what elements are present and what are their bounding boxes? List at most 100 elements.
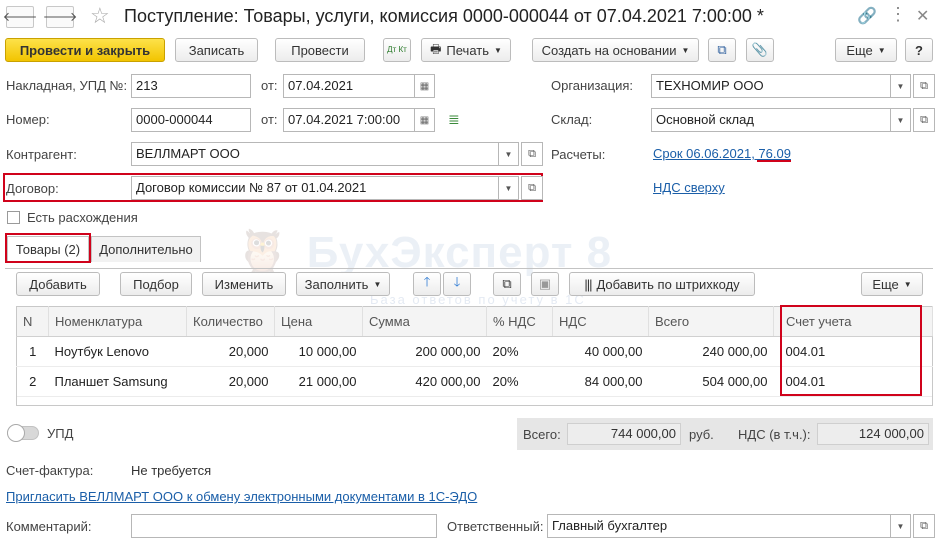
responsible-field[interactable]: Главный бухгалтер (547, 514, 891, 538)
arrow-down-icon: 🡓 (453, 274, 461, 289)
open-icon[interactable]: ⧉ (913, 74, 935, 98)
save-button[interactable]: Записать (175, 38, 258, 62)
upd-toggle[interactable] (7, 424, 39, 442)
favorite-star-icon[interactable]: ☆ (90, 3, 110, 29)
cell-vat[interactable]: 40 000,00 (552, 336, 649, 367)
table-more-label: Еще (872, 276, 899, 292)
organization-field[interactable]: ТЕХНОМИР ООО (651, 74, 891, 98)
cell-price[interactable]: 21 000,00 (274, 366, 363, 397)
cell-price[interactable]: 10 000,00 (274, 336, 363, 367)
account-column-highlight-box (780, 305, 922, 396)
column-header[interactable]: Количество (186, 306, 275, 337)
cell-sum[interactable]: 200 000,00 (362, 336, 487, 367)
cell-item[interactable]: Планшет Samsung (48, 366, 187, 397)
invoice-date-field[interactable]: 07.04.2021 (283, 74, 415, 98)
column-header[interactable]: N (16, 306, 49, 337)
counterparty-label: Контрагент: (6, 147, 77, 162)
column-header[interactable]: % НДС (486, 306, 553, 337)
help-button[interactable]: ? (905, 38, 933, 62)
more-button[interactable]: Еще ▼ (835, 38, 897, 62)
discrepancy-checkbox[interactable] (7, 211, 20, 224)
responsible-label: Ответственный: (447, 519, 544, 534)
more-menu-icon[interactable]: ⋮ (889, 4, 907, 25)
column-header[interactable]: Цена (274, 306, 363, 337)
cell-total[interactable]: 240 000,00 (648, 336, 774, 367)
column-header[interactable]: НДС (552, 306, 649, 337)
calendar-icon[interactable]: ▦ (415, 74, 435, 98)
number-field[interactable]: 0000-000044 (131, 108, 251, 132)
cell-item[interactable]: Ноутбук Lenovo (48, 336, 187, 367)
open-icon[interactable]: ⧉ (521, 142, 543, 166)
chevron-down-icon[interactable]: ▼ (499, 176, 519, 200)
invoice-status-value: Не требуется (131, 463, 212, 478)
column-header[interactable]: Сумма (362, 306, 487, 337)
invoice-number-field[interactable]: 213 (131, 74, 251, 98)
edo-invite-link[interactable]: Пригласить ВЕЛЛМАРТ ООО к обмену электро… (6, 489, 477, 504)
forward-button[interactable]: 🡒 (43, 6, 77, 28)
pick-button[interactable]: Подбор (120, 272, 192, 296)
copy-icon: ⧉ (502, 276, 512, 291)
tab-additional[interactable]: Дополнительно (91, 236, 201, 262)
organization-group: ТЕХНОМИР ООО ▼ ⧉ (651, 74, 935, 98)
open-icon[interactable]: ⧉ (913, 514, 935, 538)
add-row-button[interactable]: Добавить (16, 272, 100, 296)
contract-label: Договор: (6, 181, 59, 196)
chevron-down-icon[interactable]: ▼ (499, 142, 519, 166)
cell-quantity[interactable]: 20,000 (186, 366, 275, 397)
calendar-icon[interactable]: ▦ (415, 108, 435, 132)
open-icon[interactable]: ⧉ (913, 108, 935, 132)
column-header[interactable]: Номенклатура (48, 306, 187, 337)
warehouse-field[interactable]: Основной склад (651, 108, 891, 132)
vat-on-top-link[interactable]: НДС сверху (653, 180, 725, 195)
close-icon[interactable]: ✕ (916, 6, 929, 26)
more-label: Еще (846, 42, 873, 58)
cell-vat-rate[interactable]: 20% (486, 366, 553, 397)
clipboard-icon: ▣ (538, 276, 552, 291)
cell-quantity[interactable]: 20,000 (186, 336, 275, 367)
comment-field[interactable] (131, 514, 437, 538)
invoice-number-label: Накладная, УПД №: (6, 78, 128, 93)
barcode-icon: ||| (584, 276, 592, 292)
copy-row-button[interactable]: ⧉ (493, 272, 521, 296)
create-based-on-button[interactable]: Создать на основании ▼ (532, 38, 699, 62)
chevron-down-icon[interactable]: ▼ (891, 514, 911, 538)
cell-total[interactable]: 504 000,00 (648, 366, 774, 397)
post-and-close-button[interactable]: Провести и закрыть (5, 38, 165, 62)
invoice-status-label: Счет-фактура: (6, 463, 94, 478)
add-by-barcode-button[interactable]: ||| Добавить по штрихкоду (569, 272, 755, 296)
chevron-down-icon[interactable]: ▼ (891, 108, 911, 132)
toggle-knob (7, 424, 25, 442)
contract-field[interactable]: Договор комиссии № 87 от 01.04.2021 (131, 176, 499, 200)
printer-icon: 🖶 (430, 41, 442, 56)
number-date-group: 07.04.2021 7:00:00 ▦ (283, 108, 435, 132)
structure-button[interactable]: ⧉ (708, 38, 736, 62)
counterparty-field[interactable]: ВЕЛЛМАРТ ООО (131, 142, 499, 166)
move-up-button[interactable]: 🡑 (413, 272, 441, 296)
print-button[interactable]: 🖶 Печать ▼ (421, 38, 511, 62)
cell-vat-rate[interactable]: 20% (486, 336, 553, 367)
edit-button[interactable]: Изменить (202, 272, 286, 296)
cell-vat[interactable]: 84 000,00 (552, 366, 649, 397)
paste-button[interactable]: ▣ (531, 272, 559, 296)
dtkt-button[interactable]: Дт Кт (383, 38, 411, 62)
arrow-up-icon: 🡑 (423, 274, 431, 289)
number-datetime-field[interactable]: 07.04.2021 7:00:00 (283, 108, 415, 132)
fill-button[interactable]: Заполнить ▼ (296, 272, 390, 296)
cell-sum[interactable]: 420 000,00 (362, 366, 487, 397)
table-more-button[interactable]: Еще ▼ (861, 272, 923, 296)
open-icon[interactable]: ⧉ (521, 176, 543, 200)
watermark-brand-text: БухЭксперт 8 (306, 228, 613, 277)
column-header[interactable]: Всего (648, 306, 774, 337)
move-down-button[interactable]: 🡓 (443, 272, 471, 296)
back-button[interactable]: 🡐 (3, 6, 37, 28)
chevron-down-icon[interactable]: ▼ (891, 74, 911, 98)
table-empty-area (16, 396, 933, 406)
link-icon[interactable]: 🔗 (857, 6, 877, 26)
post-button[interactable]: Провести (275, 38, 365, 62)
upd-label: УПД (47, 426, 74, 441)
settlements-link[interactable]: Срок 06.06.2021, 76.09 (653, 146, 791, 161)
edit-list-icon[interactable]: ≣ (448, 111, 460, 128)
paperclip-icon: 📎 (751, 42, 769, 57)
attach-button[interactable]: 📎 (746, 38, 774, 62)
warehouse-label: Склад: (551, 112, 593, 127)
